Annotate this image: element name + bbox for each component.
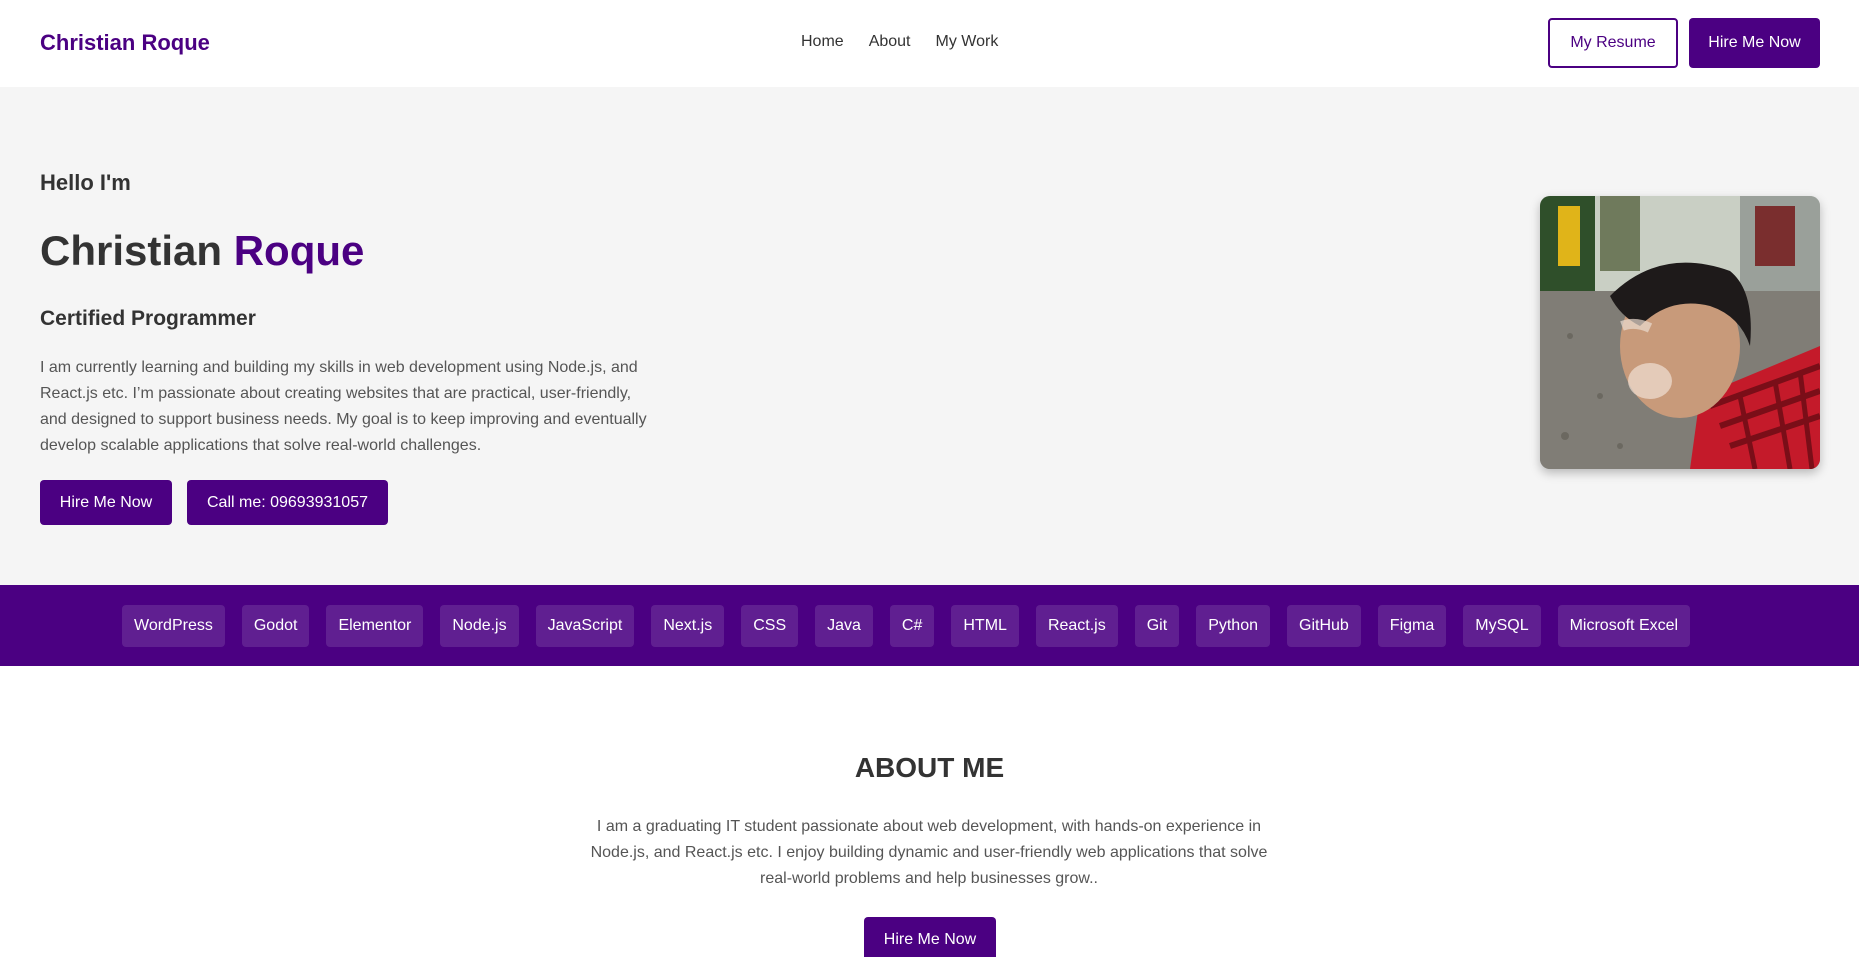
skill-tag: Next.js	[651, 605, 725, 647]
nav-link-home[interactable]: Home	[801, 33, 844, 51]
profile-photo	[1540, 196, 1820, 469]
about-text: I am a graduating IT student passionate …	[590, 818, 1268, 887]
nav-link-about[interactable]: About	[869, 33, 911, 51]
skill-tag: Microsoft Excel	[1557, 605, 1691, 647]
skill-tag: Node.js	[440, 605, 519, 647]
hero-name: Christian Roque	[40, 227, 364, 275]
skill-tag: Java	[815, 605, 873, 647]
site-logo[interactable]: Christian Roque	[40, 30, 210, 56]
call-me-button[interactable]: Call me: 09693931057	[187, 480, 388, 525]
about-title: ABOUT ME	[854, 752, 1005, 783]
main-nav: Home About My Work	[801, 33, 998, 51]
about-hire-me-button[interactable]: Hire Me Now	[864, 917, 996, 957]
header-hire-me-button[interactable]: Hire Me Now	[1689, 18, 1820, 68]
skill-tag: React.js	[1035, 605, 1118, 647]
skill-tag: GitHub	[1287, 605, 1361, 647]
hero-first-name: Christian	[40, 227, 223, 274]
skill-tag: CSS	[741, 605, 799, 647]
skill-tag: WordPress	[122, 605, 225, 647]
hero-intro: I am currently learning and building my …	[40, 359, 647, 454]
hero-section: Hello I'm Christian Roque Certified Prog…	[0, 87, 1859, 585]
skill-tag: Godot	[241, 605, 310, 647]
skill-tag: Git	[1134, 605, 1180, 647]
my-resume-button[interactable]: My Resume	[1548, 18, 1678, 68]
hero-last-name: Roque	[233, 227, 365, 274]
skills-list: WordPress Godot Elementor Node.js JavaSc…	[122, 605, 1691, 647]
site-header: Christian Roque Home About My Work My Re…	[0, 0, 1859, 87]
skill-tag: Figma	[1377, 605, 1447, 647]
skill-tag: HTML	[951, 605, 1019, 647]
hero-greeting: Hello I'm	[40, 170, 131, 195]
skill-tag: MySQL	[1463, 605, 1541, 647]
skill-tag: Elementor	[326, 605, 424, 647]
skill-tag: C#	[889, 605, 935, 647]
skill-tag: Python	[1196, 605, 1270, 647]
hero-role: Certified Programmer	[40, 307, 256, 330]
hero-hire-me-button[interactable]: Hire Me Now	[40, 480, 172, 525]
nav-link-my-work[interactable]: My Work	[936, 33, 999, 51]
skill-tag: JavaScript	[535, 605, 635, 647]
skills-bar: WordPress Godot Elementor Node.js JavaSc…	[0, 585, 1859, 666]
